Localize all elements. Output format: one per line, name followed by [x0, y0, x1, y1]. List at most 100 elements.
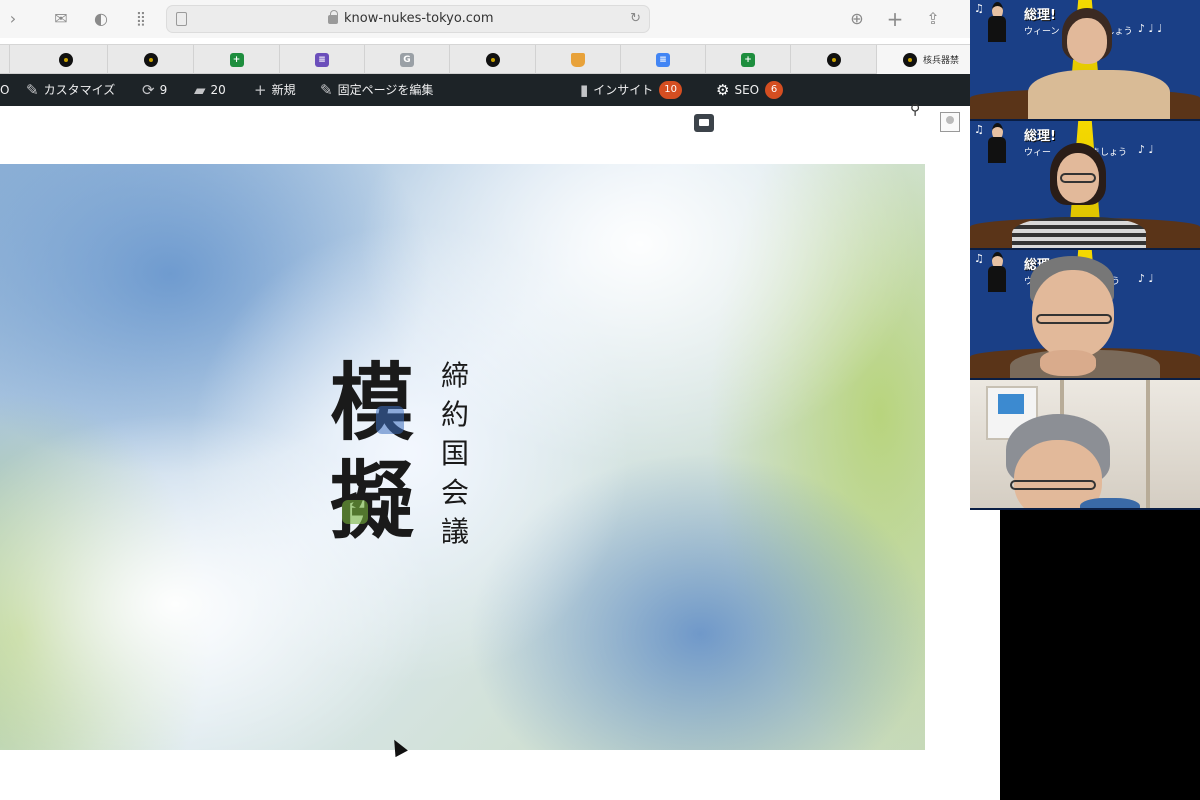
edit-page-link[interactable]: ✎ 固定ページを編集 — [320, 74, 433, 106]
tab[interactable] — [450, 45, 536, 74]
google-forms-icon: ≡ — [315, 53, 329, 67]
mascot-figure — [986, 2, 1008, 42]
search-icon[interactable]: ⚲ — [910, 102, 920, 118]
music-notes: ♪ ♩ — [1138, 272, 1154, 285]
site-favicon-icon — [143, 53, 158, 67]
logo-sub-char: 国 — [440, 437, 469, 470]
participant-video-tile[interactable]: ♫ 総理! ウしょう ♪ ♩ — [970, 250, 1200, 380]
wp-admin-bar: O ✎ カスタマイズ ⟳ 9 ▰ 20 + 新規 ✎ 固定ページを編集 ▮ インサイト 10 — [0, 74, 1000, 176]
logo-sub-char: 議 — [440, 515, 469, 548]
glasses — [1060, 173, 1096, 183]
logo-char: 模 — [330, 354, 415, 452]
tab[interactable] — [108, 45, 194, 74]
comment-icon: ▰ — [194, 81, 206, 99]
updates-link[interactable]: ⟳ 9 — [142, 74, 167, 106]
google-sheets-icon: + — [229, 53, 244, 67]
hat-favicon-icon — [571, 53, 585, 67]
insight-count-badge: 10 — [659, 80, 683, 99]
participant-video-tile[interactable]: ♫ 総理! ウィー ましょう ♪ ♩ — [970, 121, 1200, 250]
logo-accent-blue — [376, 406, 404, 434]
share-icon[interactable]: ⇪ — [922, 8, 944, 30]
grid-icon[interactable]: ⣿ — [130, 8, 152, 30]
background-subtitle-left: ウィー — [1024, 148, 1052, 158]
background-subtitle-left: ウィーン — [1024, 27, 1060, 37]
mail-icon[interactable]: ✉ — [50, 8, 72, 30]
mascot-figure — [986, 123, 1008, 163]
site-favicon-icon — [903, 53, 917, 67]
seo-link[interactable]: ⚙ SEO 6 — [716, 74, 784, 106]
logo-sub-char: 会 — [440, 476, 469, 509]
tab[interactable] — [24, 45, 108, 74]
mascot-figure — [986, 252, 1008, 292]
plus-icon: + — [254, 81, 267, 99]
screen-share: › ✉ ◐ ⣿ know-nukes-tokyo.com ↻ ⊕ + ⇪ P +… — [0, 0, 1200, 800]
glasses — [1010, 480, 1096, 490]
profile-icon[interactable] — [940, 112, 960, 132]
logo-sub-char: 締 — [440, 359, 469, 392]
music-notes: ♪ ♩ ♩ — [1138, 22, 1163, 35]
tab[interactable]: P — [0, 45, 10, 74]
seo-gear-icon: ⚙ — [716, 81, 730, 99]
tab[interactable]: G — [365, 45, 450, 74]
logo-sub-characters: 締 約 国 会 議 — [437, 356, 473, 551]
g-favicon-icon: G — [400, 53, 414, 67]
music-notes: ♪ ♩ — [1138, 143, 1154, 156]
tab[interactable] — [536, 45, 621, 74]
browser-toolbar: › ✉ ◐ ⣿ know-nukes-tokyo.com ↻ ⊕ + ⇪ — [0, 0, 1000, 38]
download-icon[interactable]: ⊕ — [846, 8, 868, 30]
room-frame — [1146, 380, 1150, 508]
brush-icon: ✎ — [26, 81, 39, 99]
pencil-icon: ✎ — [320, 81, 333, 99]
insight-label: インサイト — [593, 83, 654, 97]
updates-count: 9 — [159, 83, 168, 97]
music-note-icon: ♫ — [974, 123, 984, 136]
participant-video-tile[interactable] — [970, 380, 1200, 510]
new-content-link[interactable]: + 新規 — [254, 74, 296, 106]
hero-logo: 模 擬 締 約 国 会 議 — [330, 354, 475, 554]
background-title: 総理! — [1024, 8, 1056, 23]
hero-banner: 模 擬 締 約 国 会 議 — [0, 164, 925, 750]
tab-label: 核兵器禁 — [923, 56, 960, 66]
site-favicon-icon — [485, 53, 500, 67]
page-content: ⚲ 模 擬 締 約 国 会 議 — [0, 102, 1000, 800]
tab[interactable]: ≡ — [280, 45, 365, 74]
site-favicon-icon — [58, 53, 73, 67]
google-docs-icon: ≡ — [656, 53, 670, 67]
seo-count-badge: 6 — [765, 80, 784, 99]
site-name-fragment[interactable]: O — [0, 74, 9, 106]
address-bar[interactable]: know-nukes-tokyo.com ↻ — [166, 5, 650, 33]
music-note-icon: ♫ — [974, 252, 984, 265]
tab[interactable]: + — [194, 45, 280, 74]
tab[interactable] — [791, 45, 877, 74]
seo-label: SEO — [734, 83, 760, 97]
lock-icon — [328, 10, 338, 24]
shield-icon[interactable]: ◐ — [90, 8, 112, 30]
new-label: 新規 — [271, 83, 296, 97]
tab-bar: P + ≡ G ≡ + 核兵器禁 — [0, 44, 1000, 74]
reload-icon[interactable]: ↻ — [630, 11, 641, 26]
page-icon — [176, 12, 187, 26]
insight-link[interactable]: ▮ インサイト 10 — [580, 74, 683, 106]
customize-label: カスタマイズ — [43, 83, 116, 97]
browser-window: › ✉ ◐ ⣿ know-nukes-tokyo.com ↻ ⊕ + ⇪ P +… — [0, 0, 1000, 800]
forward-icon[interactable]: › — [2, 8, 24, 30]
site-favicon-icon — [826, 53, 841, 67]
glasses — [1036, 314, 1112, 324]
comments-link[interactable]: ▰ 20 — [194, 74, 226, 106]
bar-chart-icon: ▮ — [580, 81, 589, 99]
background-title: 総理! — [1024, 129, 1056, 144]
new-tab-icon[interactable]: + — [884, 8, 906, 30]
comments-count: 20 — [210, 83, 226, 97]
music-note-icon: ♫ — [974, 2, 984, 15]
refresh-icon: ⟳ — [142, 81, 155, 99]
participant-video-tile[interactable]: ♫ 総理! ウィーン しょう ♪ ♩ ♩ — [970, 0, 1200, 121]
comment-bubble-icon[interactable] — [694, 114, 714, 132]
logo-sub-char: 約 — [440, 398, 469, 431]
google-sheets-icon: + — [741, 53, 755, 67]
tab[interactable]: + — [706, 45, 791, 74]
tab[interactable]: ≡ — [621, 45, 706, 74]
edit-page-label: 固定ページを編集 — [337, 83, 434, 97]
hand — [1040, 350, 1096, 376]
customize-link[interactable]: ✎ カスタマイズ — [26, 74, 115, 106]
url-text: know-nukes-tokyo.com — [344, 11, 494, 26]
